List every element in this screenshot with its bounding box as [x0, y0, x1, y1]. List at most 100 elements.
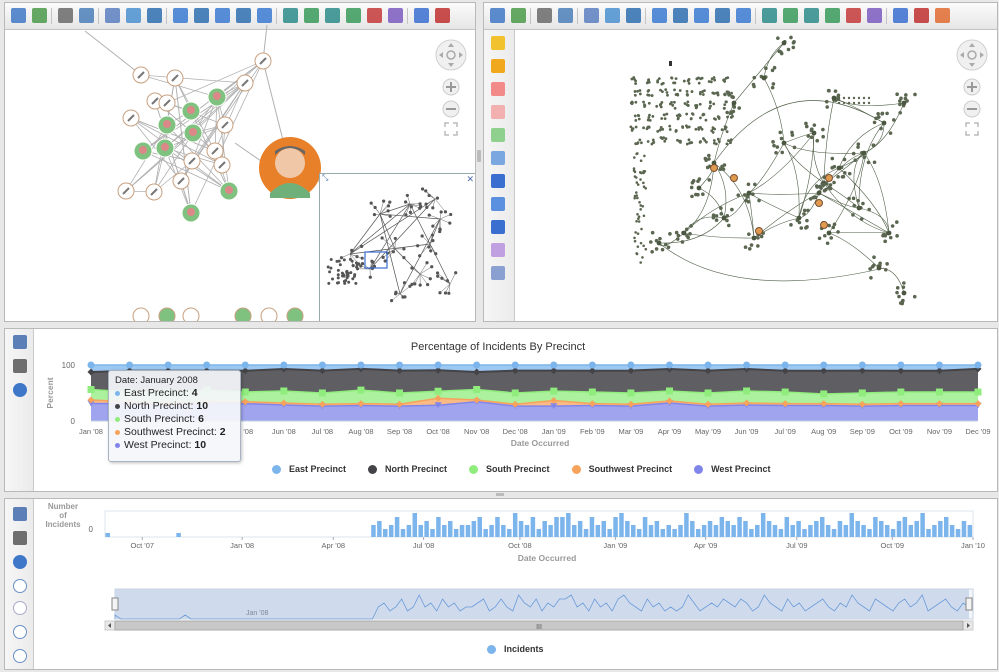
point-south-precinct[interactable] — [974, 388, 982, 396]
point-east-precinct[interactable] — [203, 361, 211, 369]
point-east-precinct[interactable] — [743, 361, 751, 369]
incident-bar[interactable] — [843, 525, 849, 537]
legend-item-east[interactable]: East Precinct — [272, 464, 346, 474]
point-south-precinct[interactable] — [781, 388, 789, 396]
incident-bar[interactable] — [589, 517, 595, 537]
incident-bar[interactable] — [495, 517, 500, 537]
incident-bar[interactable] — [879, 521, 884, 537]
graph-nodes-right[interactable] — [629, 35, 917, 306]
weapon-node[interactable] — [166, 69, 184, 87]
weapon-node[interactable] — [145, 183, 163, 201]
point-south-precinct[interactable] — [820, 390, 828, 398]
graph-node[interactable] — [286, 307, 304, 322]
point-south-precinct[interactable] — [511, 389, 519, 397]
legend-item-north[interactable]: North Precinct — [368, 464, 447, 474]
weapon-node[interactable] — [122, 109, 140, 127]
navigator-handle-left[interactable] — [111, 597, 119, 611]
point-east-precinct[interactable] — [588, 361, 596, 369]
point-south-precinct[interactable] — [627, 389, 635, 397]
incident-bar[interactable] — [867, 529, 872, 537]
zoom-out-button[interactable] — [963, 100, 981, 118]
incident-bar[interactable] — [542, 521, 547, 537]
point-south-precinct[interactable] — [897, 388, 905, 396]
incident-bar[interactable] — [896, 521, 902, 537]
fit-view-button[interactable] — [965, 122, 979, 136]
incident-bar[interactable] — [802, 529, 807, 537]
incident-bar[interactable] — [825, 525, 831, 537]
incident-bar[interactable] — [176, 533, 181, 537]
point-east-precinct[interactable] — [665, 361, 673, 369]
incident-bar[interactable] — [695, 529, 701, 537]
incident-bar[interactable] — [902, 517, 908, 537]
weapon-node[interactable] — [172, 172, 190, 190]
pan-control[interactable] — [435, 39, 467, 71]
incident-bar[interactable] — [837, 521, 843, 537]
point-east-precinct[interactable] — [280, 361, 288, 369]
incident-bar[interactable] — [938, 521, 943, 537]
incident-bar[interactable] — [967, 525, 973, 537]
incident-bar[interactable] — [607, 529, 612, 537]
splitter-handle-1[interactable] — [496, 493, 504, 496]
incident-bar[interactable] — [442, 525, 447, 537]
incident-bar[interactable] — [394, 517, 400, 537]
incident-bar[interactable] — [760, 513, 766, 537]
incident-bar[interactable] — [477, 517, 483, 537]
focus-person-node[interactable] — [259, 137, 321, 199]
incident-bar[interactable] — [524, 525, 530, 537]
incident-bar[interactable] — [755, 525, 760, 537]
incident-bar[interactable] — [636, 529, 642, 537]
incident-bar[interactable] — [371, 525, 376, 537]
person-node[interactable] — [181, 203, 201, 223]
point-south-precinct[interactable] — [858, 389, 866, 397]
incident-bar[interactable] — [583, 529, 589, 537]
point-south-precinct[interactable] — [704, 389, 712, 397]
weapon-node[interactable] — [213, 156, 231, 174]
incident-bar[interactable] — [412, 513, 418, 537]
overview-resize-icon[interactable]: ⤡ — [322, 173, 328, 183]
incident-bar[interactable] — [436, 517, 441, 537]
point-south-precinct[interactable] — [318, 389, 326, 397]
incident-bar[interactable] — [430, 529, 435, 537]
incident-bar[interactable] — [672, 529, 677, 537]
weapon-node[interactable] — [236, 74, 254, 92]
weapon-node[interactable] — [183, 152, 201, 170]
point-east-precinct[interactable] — [87, 361, 95, 369]
weapon-node[interactable] — [132, 66, 150, 84]
incident-bar[interactable] — [642, 517, 648, 537]
point-south-precinct[interactable] — [87, 386, 95, 393]
weapon-node[interactable] — [254, 52, 272, 70]
incident-bar[interactable] — [613, 517, 618, 537]
point-south-precinct[interactable] — [743, 387, 751, 395]
incident-bar[interactable] — [507, 529, 512, 537]
point-east-precinct[interactable] — [897, 361, 905, 369]
incident-bar[interactable] — [713, 525, 719, 537]
point-south-precinct[interactable] — [550, 387, 558, 395]
point-south-precinct[interactable] — [665, 387, 673, 395]
graph-node[interactable] — [132, 307, 150, 322]
incident-bar[interactable] — [766, 521, 772, 537]
point-south-precinct[interactable] — [473, 386, 481, 393]
incident-bar[interactable] — [690, 521, 695, 537]
person-node[interactable] — [133, 141, 153, 161]
point-east-precinct[interactable] — [126, 361, 134, 369]
point-east-precinct[interactable] — [781, 361, 789, 369]
incident-bar[interactable] — [625, 521, 630, 537]
point-east-precinct[interactable] — [434, 361, 442, 369]
incident-bar[interactable] — [400, 529, 406, 537]
incident-bar[interactable] — [731, 525, 736, 537]
point-south-precinct[interactable] — [935, 388, 943, 396]
nav-control-right[interactable] — [954, 39, 990, 139]
incident-bar[interactable] — [631, 525, 636, 537]
incident-bar[interactable] — [548, 525, 553, 537]
zoom-out-button[interactable] — [442, 100, 460, 118]
graph-node[interactable] — [158, 307, 176, 322]
point-east-precinct[interactable] — [396, 361, 404, 369]
range-navigator[interactable]: Jan '08 — [111, 588, 974, 620]
legend-item-west[interactable]: West Precinct — [694, 464, 770, 474]
incident-bar[interactable] — [914, 521, 919, 537]
graph-node[interactable] — [182, 307, 200, 322]
incident-bar[interactable] — [861, 525, 866, 537]
incident-bar[interactable] — [725, 521, 731, 537]
incident-bar[interactable] — [530, 517, 536, 537]
weapon-node[interactable] — [158, 94, 176, 112]
